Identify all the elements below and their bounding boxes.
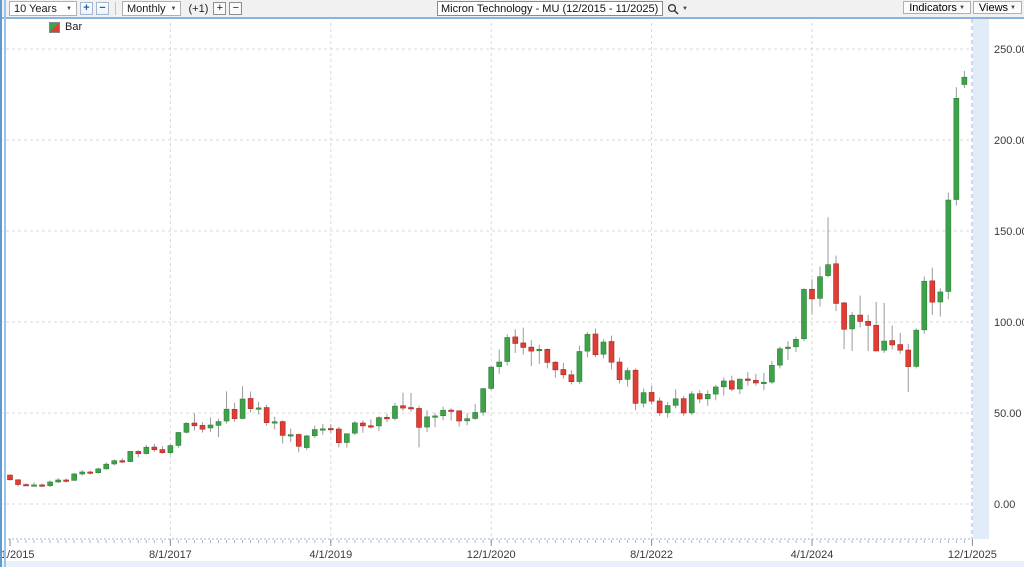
toolbar-center-group: ▼ <box>437 1 688 16</box>
search-button[interactable]: ▼ <box>667 3 688 15</box>
chevron-down-icon: ▼ <box>66 6 72 12</box>
views-button-label: Views <box>979 2 1008 14</box>
svg-text:0.00: 0.00 <box>994 499 1015 511</box>
chart-plot-area[interactable]: 0.00 50.00 100.00 150.00 200.00 250.00 12/1/20… <box>0 19 1024 567</box>
indicators-button[interactable]: Indicators ▼ <box>903 1 971 14</box>
range-zoom-out-button[interactable]: − <box>96 2 109 15</box>
period-dropdown-value: Monthly <box>127 3 166 15</box>
svg-text:50.00: 50.00 <box>994 408 1022 420</box>
svg-text:250.00: 250.00 <box>994 44 1024 56</box>
window-left-border <box>0 0 2 567</box>
chart-legend: Bar <box>49 21 82 33</box>
toolbar: 10 Years ▼ + − Monthly ▼ (+1) + − ▼ <box>0 0 1024 19</box>
svg-text:200.00: 200.00 <box>994 135 1024 147</box>
svg-text:8/1/2017: 8/1/2017 <box>149 549 192 561</box>
legend-label: Bar <box>65 21 82 33</box>
toolbar-right-group: Indicators ▼ Views ▼ <box>903 1 1022 14</box>
svg-text:100.00: 100.00 <box>994 317 1024 329</box>
chevron-down-icon: ▼ <box>682 6 688 12</box>
indicators-button-label: Indicators <box>909 2 957 14</box>
period-plus-button[interactable]: + <box>213 2 226 15</box>
range-dropdown[interactable]: 10 Years ▼ <box>9 1 77 16</box>
svg-text:150.00: 150.00 <box>994 226 1024 238</box>
range-zoom-in-button[interactable]: + <box>80 2 93 15</box>
toolbar-left-group: 10 Years ▼ + − Monthly ▼ (+1) + − <box>9 1 242 16</box>
bar-series-icon <box>49 22 60 33</box>
period-dropdown[interactable]: Monthly ▼ <box>122 1 181 16</box>
period-offset-label: (+1) <box>188 3 208 15</box>
svg-text:4/1/2024: 4/1/2024 <box>791 549 834 561</box>
svg-text:12/1/2025: 12/1/2025 <box>948 549 997 561</box>
svg-text:4/1/2019: 4/1/2019 <box>309 549 352 561</box>
chevron-down-icon: ▼ <box>959 5 965 11</box>
charting-app-window: 10 Years ▼ + − Monthly ▼ (+1) + − ▼ <box>0 0 1024 567</box>
svg-text:12/1/2020: 12/1/2020 <box>467 549 516 561</box>
search-icon <box>667 3 679 15</box>
period-minus-button[interactable]: − <box>229 2 242 15</box>
toolbar-separator <box>115 2 116 15</box>
symbol-search-input[interactable] <box>437 1 663 16</box>
chevron-down-icon: ▼ <box>171 6 177 12</box>
views-button[interactable]: Views ▼ <box>973 1 1022 14</box>
price-chart: 0.00 50.00 100.00 150.00 200.00 250.00 12/1/20… <box>0 19 1024 567</box>
chevron-down-icon: ▼ <box>1010 5 1016 11</box>
window-left-border-inner <box>4 0 6 567</box>
svg-text:8/1/2022: 8/1/2022 <box>630 549 673 561</box>
range-dropdown-value: 10 Years <box>14 3 57 15</box>
